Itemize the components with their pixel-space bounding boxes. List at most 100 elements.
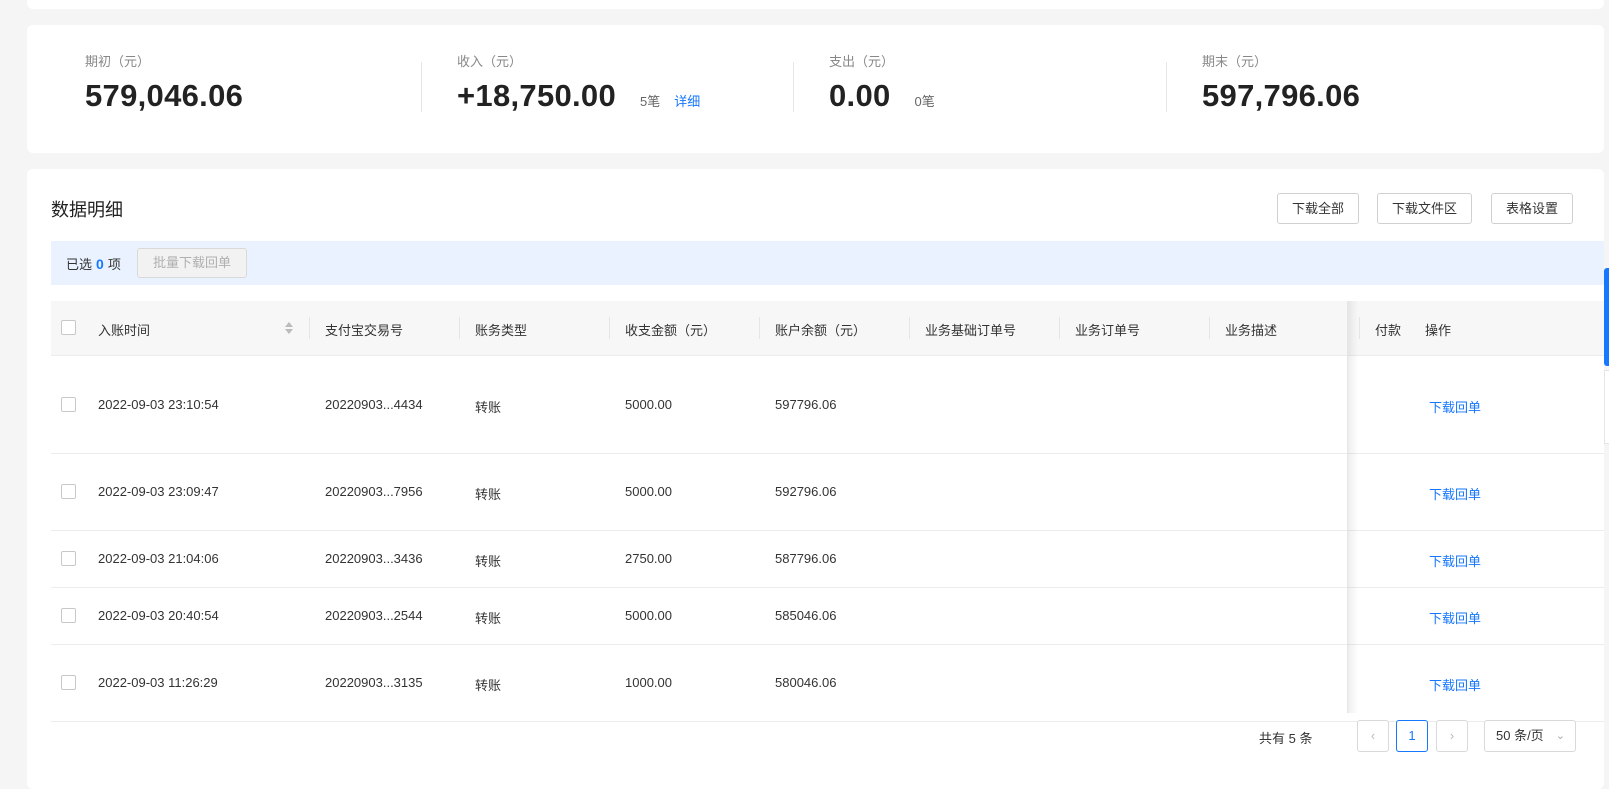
summary-closing: 期末（元） 597,796.06 xyxy=(1202,51,1360,114)
row-checkbox[interactable] xyxy=(61,397,76,412)
selection-prefix: 已选 xyxy=(66,257,93,272)
column-header-payment: 付款 xyxy=(1375,323,1402,338)
detail-table: 入账时间 支付宝交易号 账务类型 收支金额（元） 账户余额（元） 业务基础订单号… xyxy=(51,301,1604,722)
previous-card-edge xyxy=(27,0,1604,9)
cell-type: 转账 xyxy=(475,554,502,569)
cell-amount: 1000.00 xyxy=(625,675,672,690)
column-separator xyxy=(1209,317,1210,339)
selection-suffix: 项 xyxy=(107,257,121,272)
pagination: 共有 5 条 ‹ 1 › 50 条/页 ⌄ xyxy=(27,720,1604,752)
column-separator xyxy=(309,317,310,339)
closing-label: 期末（元） xyxy=(1202,54,1268,69)
page-size-select[interactable]: 50 条/页 ⌄ xyxy=(1484,720,1576,752)
cell-balance: 587796.06 xyxy=(775,551,837,566)
table-row: 2022-09-03 21:04:06 20220903...3436 转账 2… xyxy=(51,531,1604,588)
cell-balance: 597796.06 xyxy=(775,397,837,412)
summary-expense: 支出（元） 0.00 0笔 xyxy=(829,51,935,114)
cell-type: 转账 xyxy=(475,611,502,626)
page-size-value: 50 条/页 xyxy=(1496,728,1544,743)
next-page-icon[interactable]: › xyxy=(1436,720,1468,752)
summary-divider xyxy=(1166,62,1167,112)
cell-time: 2022-09-03 20:40:54 xyxy=(98,608,219,623)
table-settings-button[interactable]: 表格设置 xyxy=(1491,193,1574,224)
selection-count: 0 xyxy=(96,256,104,272)
download-receipt-link[interactable]: 下载回单 xyxy=(1429,675,1481,694)
table-row: 2022-09-03 11:26:29 20220903...3135 转账 1… xyxy=(51,645,1604,722)
closing-value: 597,796.06 xyxy=(1202,78,1361,113)
row-checkbox[interactable] xyxy=(61,484,76,499)
summary-opening: 期初（元） 579,046.06 xyxy=(85,51,243,114)
cell-trade-no: 20220903...3135 xyxy=(325,675,423,690)
cell-trade-no: 20220903...3436 xyxy=(325,551,423,566)
cell-type: 转账 xyxy=(475,487,502,502)
summary-divider xyxy=(421,62,422,112)
column-separator xyxy=(1059,317,1060,339)
cell-type: 转账 xyxy=(475,400,502,415)
column-separator xyxy=(609,317,610,339)
prev-page-icon[interactable]: ‹ xyxy=(1357,720,1389,752)
cell-amount: 5000.00 xyxy=(625,484,672,499)
download-receipt-link[interactable]: 下载回单 xyxy=(1429,484,1481,503)
cell-amount: 2750.00 xyxy=(625,551,672,566)
summary-divider xyxy=(793,62,794,112)
column-separator xyxy=(909,317,910,339)
cell-balance: 585046.06 xyxy=(775,608,837,623)
column-header-base-order: 业务基础订单号 xyxy=(925,323,1017,338)
table-row: 2022-09-03 23:10:54 20220903...4434 转账 5… xyxy=(51,356,1604,454)
column-separator xyxy=(759,317,760,339)
detail-title: 数据明细 xyxy=(51,200,123,220)
table-row: 2022-09-03 23:09:47 20220903...7956 转账 5… xyxy=(51,454,1604,531)
income-count: 5笔 xyxy=(640,94,661,109)
side-widget-tab[interactable] xyxy=(1604,268,1609,366)
column-separator xyxy=(1359,317,1360,339)
side-widget-panel[interactable] xyxy=(1604,370,1609,444)
cell-balance: 580046.06 xyxy=(775,675,837,690)
column-header-order: 业务订单号 xyxy=(1075,323,1141,338)
chevron-down-icon: ⌄ xyxy=(1555,730,1565,742)
fixed-column-shadow xyxy=(1348,301,1358,713)
pagination-total: 共有 5 条 xyxy=(1259,731,1313,746)
table-row: 2022-09-03 20:40:54 20220903...2544 转账 5… xyxy=(51,588,1604,645)
column-header-amount: 收支金额（元） xyxy=(625,323,717,338)
cell-type: 转账 xyxy=(475,678,502,693)
cell-time: 2022-09-03 23:09:47 xyxy=(98,484,219,499)
download-area-button[interactable]: 下载文件区 xyxy=(1377,193,1473,224)
page-button-1[interactable]: 1 xyxy=(1396,720,1428,752)
cell-amount: 5000.00 xyxy=(625,608,672,623)
table-header: 入账时间 支付宝交易号 账务类型 收支金额（元） 账户余额（元） 业务基础订单号… xyxy=(51,301,1604,356)
download-receipt-link[interactable]: 下载回单 xyxy=(1429,551,1481,570)
batch-download-button[interactable]: 批量下载回单 xyxy=(137,248,248,278)
column-header-time[interactable]: 入账时间 xyxy=(98,320,150,339)
selection-bar: 已选 0 项 批量下载回单 xyxy=(51,241,1604,285)
row-checkbox[interactable] xyxy=(61,608,76,623)
opening-value: 579,046.06 xyxy=(85,78,244,113)
download-receipt-link[interactable]: 下载回单 xyxy=(1429,608,1481,627)
cell-time: 2022-09-03 21:04:06 xyxy=(98,551,219,566)
column-separator xyxy=(459,317,460,339)
column-header-action: 操作 xyxy=(1421,320,1452,339)
row-checkbox[interactable] xyxy=(61,551,76,566)
cell-time: 2022-09-03 11:26:29 xyxy=(98,675,218,690)
column-header-balance: 账户余额（元） xyxy=(775,323,867,338)
summary-income: 收入（元） +18,750.00 5笔 详细 xyxy=(457,51,700,114)
cell-trade-no: 20220903...2544 xyxy=(325,608,423,623)
expense-count: 0笔 xyxy=(914,94,935,109)
cell-amount: 5000.00 xyxy=(625,397,672,412)
column-header-description: 业务描述 xyxy=(1225,323,1278,338)
cell-balance: 592796.06 xyxy=(775,484,837,499)
cell-trade-no: 20220903...7956 xyxy=(325,484,423,499)
income-value: +18,750.00 xyxy=(457,78,617,113)
selection-text: 已选 0 项 xyxy=(66,254,121,273)
sort-icon[interactable] xyxy=(284,321,294,337)
income-detail-link[interactable]: 详细 xyxy=(674,91,700,110)
column-header-type: 账务类型 xyxy=(475,323,528,338)
expense-value: 0.00 xyxy=(829,78,891,113)
row-checkbox[interactable] xyxy=(61,675,76,690)
income-label: 收入（元） xyxy=(457,54,523,69)
select-all-checkbox[interactable] xyxy=(61,320,76,335)
download-receipt-link[interactable]: 下载回单 xyxy=(1429,397,1481,416)
cell-trade-no: 20220903...4434 xyxy=(325,397,423,412)
download-all-button[interactable]: 下载全部 xyxy=(1277,193,1360,224)
summary-card: 期初（元） 579,046.06 收入（元） +18,750.00 5笔 详细 … xyxy=(27,25,1604,153)
opening-label: 期初（元） xyxy=(85,54,151,69)
